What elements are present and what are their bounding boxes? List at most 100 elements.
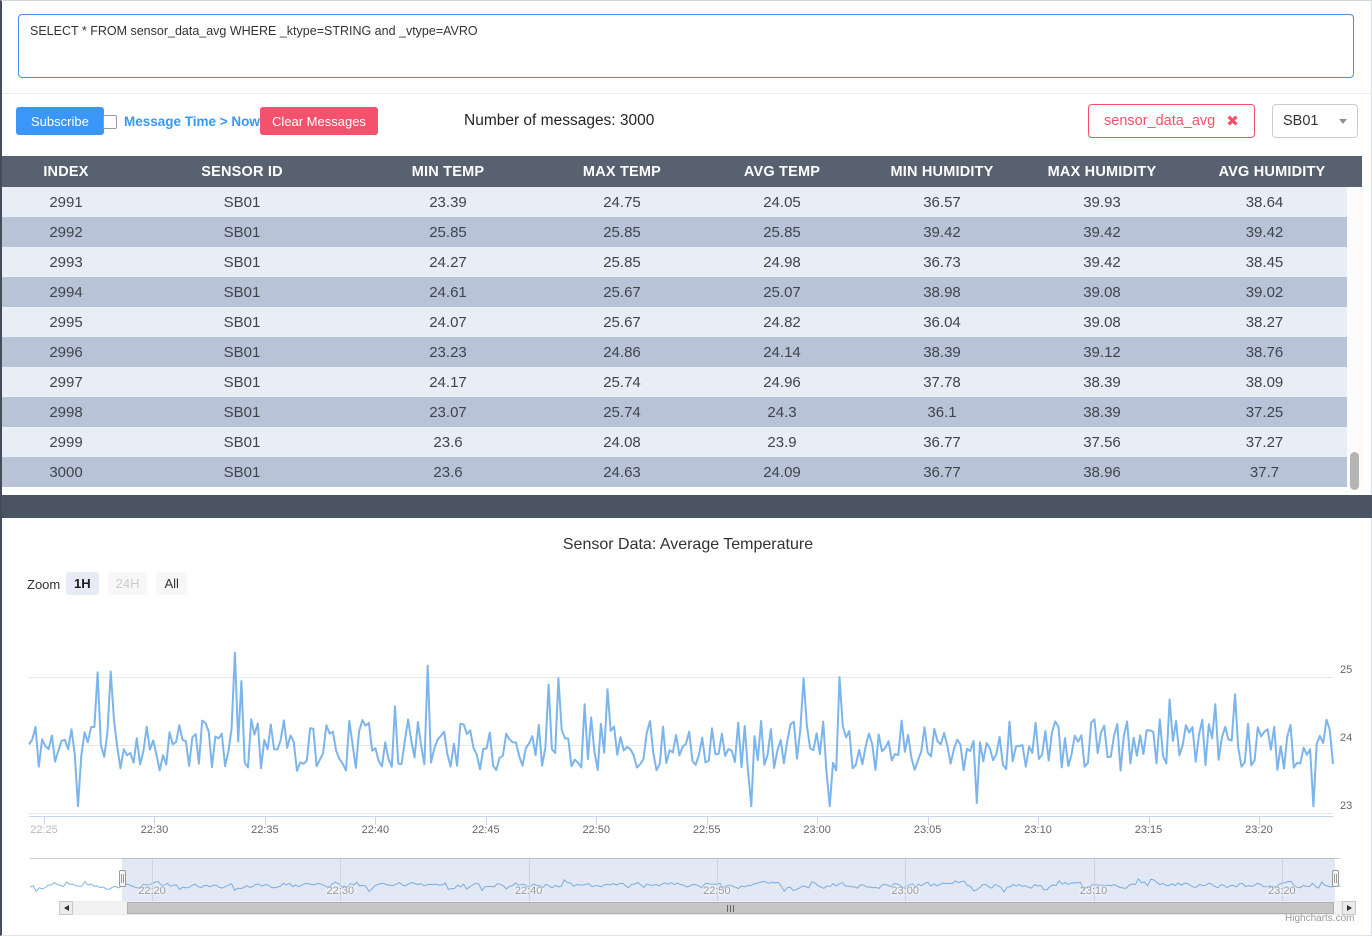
x-axis-label: 22:35 [251, 824, 279, 836]
table-row: 2996 SB01 23.23 24.86 24.14 38.39 39.12 38.76 [2, 337, 1347, 367]
table-cell: 2999 [49, 433, 83, 451]
table-cell: 24.86 [603, 343, 641, 361]
table-row: 2992 SB01 25.85 25.85 25.85 39.42 39.42 39.42 [2, 217, 1347, 247]
table-cell: 36.77 [923, 433, 961, 451]
table-cell: 2994 [49, 283, 83, 301]
clear-messages-button[interactable]: Clear Messages [260, 107, 378, 135]
zoom-button-all[interactable]: All [156, 572, 187, 595]
table-row: 2998 SB01 23.07 25.74 24.3 36.1 38.39 37.25 [2, 397, 1347, 427]
x-axis-label: 22:55 [692, 824, 721, 836]
table-cell: 23.23 [429, 343, 467, 361]
table-cell: 2995 [49, 313, 83, 331]
header-cell: MAX HUMIDITY [1047, 163, 1157, 180]
table-cell: 23.6 [433, 463, 463, 481]
table-cell: SB01 [223, 373, 261, 391]
navigator-handle-left[interactable] [119, 870, 126, 887]
topic-chip[interactable]: sensor_data_avg ✖ [1088, 104, 1255, 138]
table-cell: 37.56 [1083, 433, 1121, 451]
table-cell: 24.08 [603, 433, 641, 451]
navigator-label: 23:10 [1079, 885, 1108, 897]
table-cell: 24.07 [429, 313, 467, 331]
zoom-button-1h[interactable]: 1H [66, 572, 99, 595]
table-cell: 23.39 [429, 193, 467, 211]
table-cell: SB01 [223, 313, 261, 331]
x-axis-label: 23:05 [913, 824, 942, 836]
header-cell: AVG HUMIDITY [1218, 163, 1326, 180]
table-cell: 24.75 [603, 193, 641, 211]
message-time-label[interactable]: Message Time > Now [124, 114, 260, 129]
table-cell: 37.27 [1245, 433, 1284, 451]
table-row: 3000 SB01 23.6 24.63 24.09 36.77 38.96 37.7 [2, 457, 1347, 487]
toolbar-divider [2, 93, 1372, 94]
table-cell: 25.07 [763, 283, 801, 301]
sensor-select-value: SB01 [1283, 113, 1319, 129]
message-time-checkbox[interactable] [103, 115, 117, 129]
table-cell: 36.04 [923, 313, 961, 331]
table-cell: 36.77 [923, 463, 961, 481]
caret-down-icon [1339, 118, 1347, 124]
table-cell: 37.78 [923, 373, 961, 391]
chart-title: Sensor Data: Average Temperature [562, 536, 814, 553]
navigator-label: 23:20 [1268, 885, 1296, 897]
header-cell: MIN TEMP [411, 163, 485, 180]
x-axis-label: 23:20 [1245, 824, 1273, 836]
gridline-23 [29, 813, 1333, 814]
table-cell: 24.96 [763, 373, 801, 391]
message-count-text: Number of messages: 3000 [464, 112, 655, 129]
table-scrollbar-thumb[interactable] [1350, 452, 1359, 490]
table-cell: 36.73 [923, 253, 961, 271]
sensor-select[interactable]: SB01 [1272, 104, 1358, 138]
x-axis-label: 23:10 [1024, 824, 1052, 836]
subscribe-button[interactable]: Subscribe [16, 107, 104, 135]
section-separator [2, 495, 1372, 518]
table-cell: 39.42 [923, 223, 961, 241]
table-cell: 23.6 [433, 433, 463, 451]
y-axis-label: 25 [1340, 664, 1353, 676]
navigator-label: 22:30 [326, 885, 355, 897]
table-cell: 24.17 [429, 373, 467, 391]
zoom-button-group: 1H 24H All [66, 572, 187, 595]
table-cell: 39.42 [1083, 253, 1121, 271]
table-cell: SB01 [223, 433, 261, 451]
table-row: 2997 SB01 24.17 25.74 24.96 37.78 38.39 38.09 [2, 367, 1347, 397]
table-cell: SB01 [223, 253, 261, 271]
highcharts-credit[interactable]: Highcharts.com [1285, 913, 1354, 924]
navigator-label: 23:00 [891, 885, 919, 897]
x-axis-label: 22:40 [361, 824, 390, 836]
table-cell: 38.45 [1245, 253, 1284, 271]
gridline-25 [29, 677, 1333, 678]
table-cell: 24.09 [763, 463, 801, 481]
navigator-label: 22:50 [703, 885, 731, 897]
header-cell: MIN HUMIDITY [890, 163, 994, 180]
table-cell: 38.64 [1245, 193, 1284, 211]
table-cell: 24.3 [767, 403, 797, 421]
table-cell: 24.63 [603, 463, 641, 481]
header-cell: SENSOR ID [201, 163, 283, 180]
table-row: 2994 SB01 24.61 25.67 25.07 38.98 39.08 39.02 [2, 277, 1347, 307]
arrow-left-icon [63, 905, 69, 911]
table-cell: 3000 [49, 463, 83, 481]
table-cell: 23.9 [767, 433, 797, 451]
x-axis-label: 22:45 [472, 824, 500, 836]
navigator-label: 22:20 [138, 885, 166, 897]
y-axis-label: 23 [1340, 800, 1353, 812]
navigator-handle-right[interactable] [1332, 870, 1339, 887]
table-cell: 24.14 [763, 343, 801, 361]
query-input[interactable]: SELECT * FROM sensor_data_avg WHERE _kty… [18, 14, 1354, 78]
table-row: 2991 SB01 23.39 24.75 24.05 36.57 39.93 38.64 [2, 187, 1347, 217]
scrollbar-left-button[interactable] [59, 901, 73, 915]
table-cell: 25.85 [603, 253, 641, 271]
table-scrollbar-track[interactable] [1347, 187, 1364, 487]
table-cell: 37.7 [1249, 463, 1280, 481]
table-row: 2993 SB01 24.27 25.85 24.98 36.73 39.42 38.45 [2, 247, 1347, 277]
x-axis-label: 22:50 [582, 824, 611, 836]
table-cell: 36.57 [923, 193, 961, 211]
table-cell: 25.74 [603, 403, 641, 421]
table-cell: 38.96 [1083, 463, 1121, 481]
scrollbar-thumb[interactable] [127, 902, 1334, 914]
table-cell: 25.85 [763, 223, 801, 241]
zoom-button-24h: 24H [107, 572, 148, 595]
remove-topic-icon[interactable]: ✖ [1226, 112, 1239, 130]
table-cell: 38.39 [1083, 373, 1121, 391]
table-cell: 2997 [49, 373, 83, 391]
